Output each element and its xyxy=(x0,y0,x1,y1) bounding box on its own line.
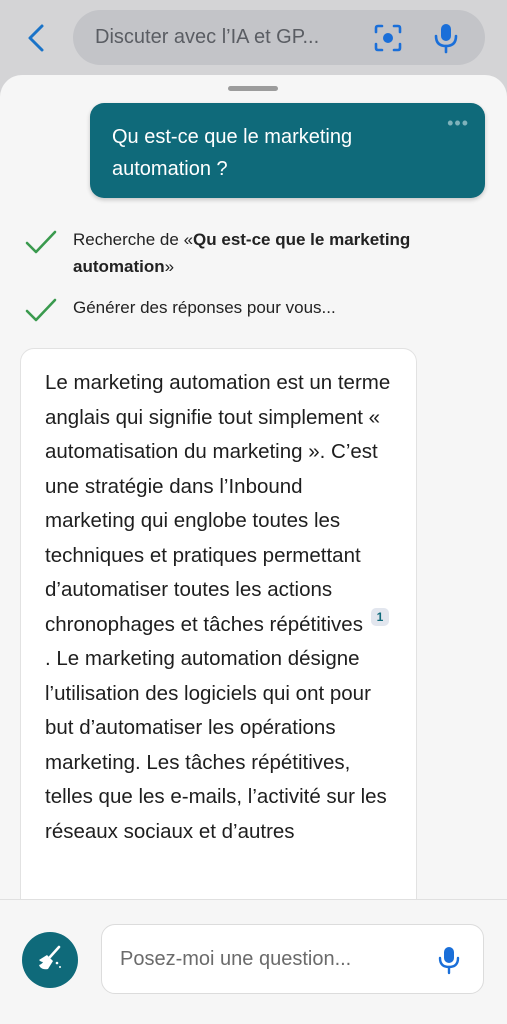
microphone-icon[interactable] xyxy=(438,945,460,975)
chat-sheet: Qu est-ce que le marketing automation ? … xyxy=(0,75,507,1024)
back-arrow-icon[interactable] xyxy=(20,20,52,56)
citation-badge[interactable]: 1 xyxy=(370,607,390,626)
check-icon xyxy=(24,294,58,322)
microphone-icon[interactable] xyxy=(433,22,459,54)
composer-bar: Posez-moi une question... xyxy=(0,899,507,1024)
search-bar[interactable]: Discuter avec l’IA et GP... xyxy=(73,10,485,65)
answer-card: Le marketing automation est un terme ang… xyxy=(20,348,417,928)
visual-search-icon[interactable] xyxy=(373,23,403,53)
user-message-bubble: Qu est-ce que le marketing automation ? … xyxy=(90,103,485,198)
more-options-icon[interactable]: ••• xyxy=(447,113,469,134)
question-input[interactable]: Posez-moi une question... xyxy=(101,924,484,994)
search-bar-text[interactable]: Discuter avec l’IA et GP... xyxy=(95,26,319,49)
question-input-placeholder[interactable]: Posez-moi une question... xyxy=(120,948,351,971)
search-step-text: Recherche de «Qu est-ce que le marketing… xyxy=(73,230,411,276)
drag-handle[interactable] xyxy=(228,86,278,91)
new-topic-button[interactable] xyxy=(22,932,78,988)
broom-icon xyxy=(35,943,65,978)
answer-text: Le marketing automation est un terme ang… xyxy=(45,371,391,843)
top-bar: Discuter avec l’IA et GP... xyxy=(0,0,507,78)
user-message-text: Qu est-ce que le marketing automation ? xyxy=(112,126,353,180)
generate-step-text: Générer des réponses pour vous... xyxy=(73,298,336,317)
check-icon xyxy=(24,226,58,254)
